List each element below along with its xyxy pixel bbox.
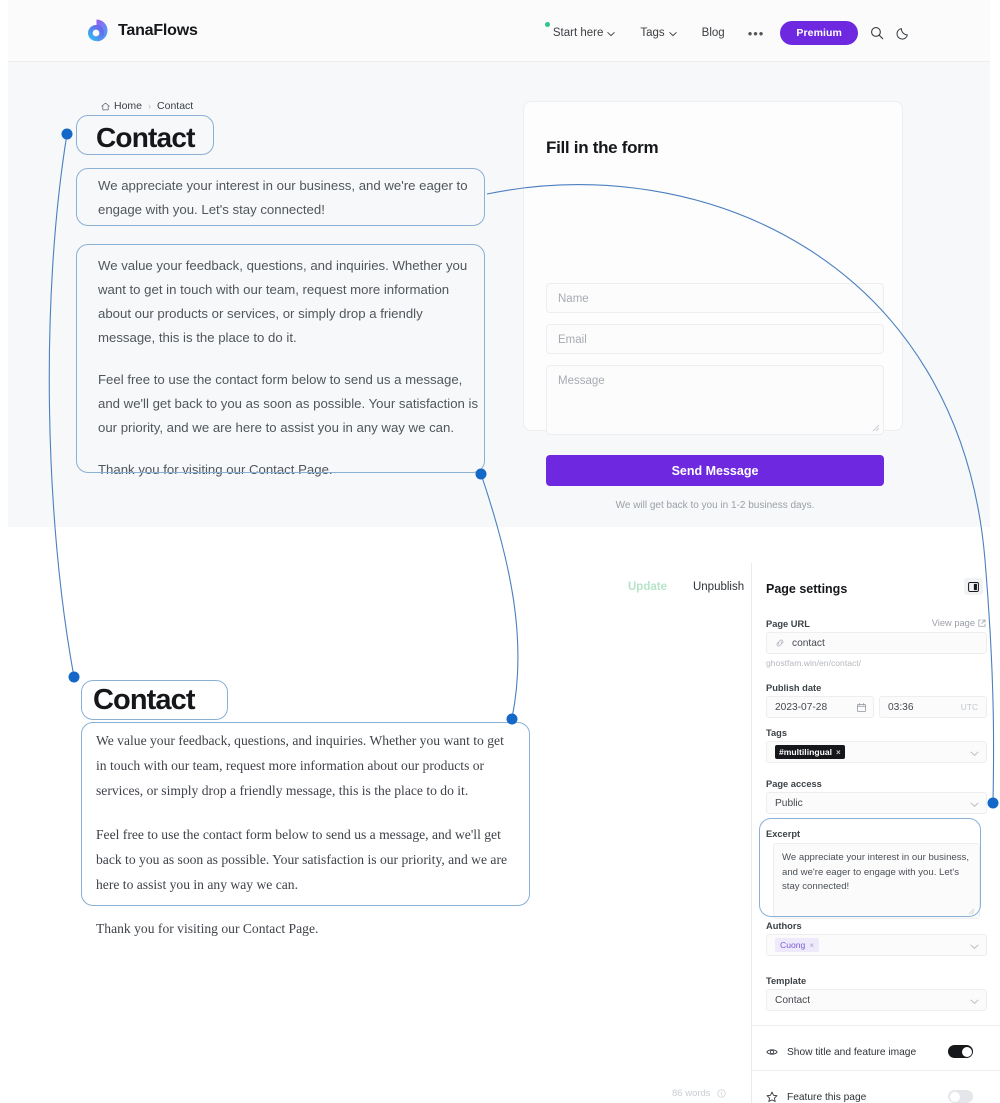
chevron-down-icon[interactable] [970,997,979,1006]
resize-grip-icon[interactable] [872,424,880,432]
name-input[interactable]: Name [546,283,884,313]
tag-chip-multilingual[interactable]: #multilingual × [775,745,845,759]
timezone-label: UTC [960,702,978,712]
remove-author-icon[interactable]: × [809,941,814,950]
site-nav: Start here Tags Blog ••• Premium [540,20,916,46]
calendar-icon[interactable] [857,703,866,712]
message-placeholder: Message [558,375,605,387]
screenshot-root: TanaFlows Start here Tags Blog ••• Premi… [0,0,1000,1103]
search-icon[interactable] [864,20,890,46]
template-select[interactable]: Contact [766,989,987,1011]
new-indicator-dot [544,22,550,27]
nav-item-tags[interactable]: Tags [627,21,688,45]
panel-toggle-icon[interactable] [964,578,983,595]
highlight-body-top [76,244,485,473]
author-chip-cuong[interactable]: Cuong × [775,938,819,952]
nav-label: Blog [701,27,725,39]
author-chip-label: Cuong [780,940,806,950]
page-url-input[interactable]: contact [766,632,987,654]
remove-tag-icon[interactable]: × [836,748,841,757]
chevron-down-icon[interactable] [970,749,979,758]
external-link-icon [978,619,986,627]
highlight-excerpt-top [76,168,485,226]
nav-item-blog[interactable]: Blog [689,21,738,45]
tags-input[interactable]: #multilingual × [766,741,987,763]
breadcrumb-home-label: Home [114,100,143,112]
nav-more-icon[interactable]: ••• [738,27,775,40]
premium-button[interactable]: Premium [780,21,858,45]
chevron-down-icon [607,30,616,37]
highlight-title-top [76,115,214,155]
toggle-knob [961,1046,972,1057]
nav-label: Tags [640,27,665,39]
nav-label: Start here [552,27,604,39]
editor-paragraph: Thank you for visiting our Contact Page. [96,921,319,936]
feature-page-row[interactable]: Feature this page [766,1079,987,1103]
site-header: TanaFlows Start here Tags Blog ••• Premi… [8,0,990,62]
send-message-button[interactable]: Send Message [546,455,884,486]
page-access-label: Page access [766,779,822,789]
divider [752,1070,1000,1071]
chevron-down-icon [668,30,677,37]
connector-dot-title-editor [68,671,80,683]
template-value: Contact [775,994,811,1006]
breadcrumb-home[interactable]: Home [101,100,142,112]
page-settings-heading: Page settings [766,582,848,596]
form-note: We will get back to you in 1-2 business … [615,500,815,511]
highlight-title-editor [81,680,228,720]
view-page-link[interactable]: View page [932,618,986,628]
highlight-excerpt-settings [759,818,981,917]
editor-action-bar: Update Unpublish [628,581,744,593]
unpublish-button[interactable]: Unpublish [693,581,744,593]
chevron-down-icon[interactable] [970,942,979,951]
page-access-select[interactable]: Public [766,792,987,814]
template-label: Template [766,976,807,986]
message-textarea[interactable]: Message [546,365,884,435]
email-input[interactable]: Email [546,324,884,354]
show-title-label: Show title and feature image [787,1046,917,1058]
highlight-body-editor [81,722,530,906]
form-title: Fill in the form [546,138,659,157]
star-icon [766,1091,778,1103]
moon-icon[interactable] [890,20,916,46]
page-url-label: Page URL [766,619,810,629]
brand[interactable]: TanaFlows [84,18,198,43]
eye-icon [766,1046,778,1058]
link-icon [775,638,785,648]
word-count-label: 86 words [672,1088,711,1099]
breadcrumb-separator: › [148,101,152,111]
tags-label: Tags [766,728,788,738]
page-url-full: ghostfam.win/en/contact/ [766,658,862,668]
nav-item-start-here[interactable]: Start here [540,21,628,45]
show-title-row[interactable]: Show title and feature image [766,1034,987,1070]
update-button[interactable]: Update [628,581,667,593]
show-title-toggle[interactable] [948,1045,973,1058]
brand-name: TanaFlows [118,21,198,39]
publish-time-input[interactable]: 03:36 UTC [879,696,987,718]
feature-page-toggle[interactable] [948,1090,973,1103]
publish-date-input[interactable]: 2023-07-28 [766,696,874,718]
publish-date-value: 2023-07-28 [775,701,828,713]
chevron-down-icon[interactable] [970,800,979,809]
word-count: 86 words [672,1088,726,1099]
divider [752,1025,1000,1026]
contact-form-card: Fill in the form Name Email Message Send… [523,101,903,511]
toggle-knob [949,1091,960,1102]
authors-label: Authors [766,921,802,931]
breadcrumb: Home › Contact [101,100,193,112]
tanaflows-logo-icon [84,18,109,43]
feature-page-label: Feature this page [787,1091,867,1103]
publish-date-label: Publish date [766,683,822,693]
home-icon [101,102,110,111]
breadcrumb-current: Contact [157,100,194,112]
authors-input[interactable]: Cuong × [766,934,987,956]
tag-chip-label: #multilingual [779,747,832,757]
info-icon[interactable] [716,1089,726,1098]
page-url-value: contact [792,637,825,649]
page-access-value: Public [775,797,803,809]
view-page-label: View page [931,618,975,628]
publish-time-value: 03:36 [888,701,914,713]
